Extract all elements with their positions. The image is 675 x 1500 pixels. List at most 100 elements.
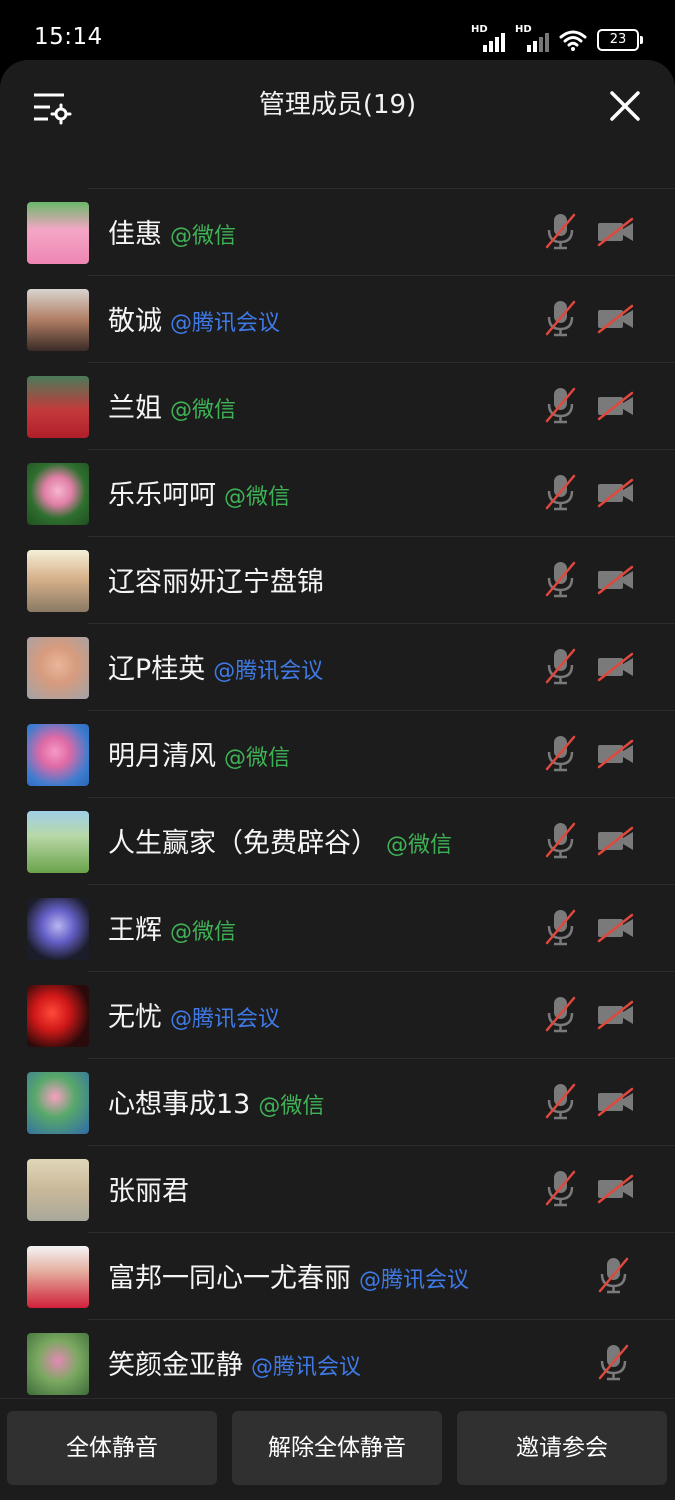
mic-muted-icon[interactable] bbox=[543, 472, 579, 512]
status-bar: 15:14 HD HD 23 bbox=[0, 0, 675, 60]
battery-icon: 23 bbox=[597, 29, 643, 51]
avatar bbox=[27, 289, 89, 351]
mic-muted-icon[interactable] bbox=[543, 907, 579, 947]
mic-muted-icon[interactable] bbox=[543, 1168, 579, 1208]
member-row[interactable]: 辽容丽妍辽宁盘锦 bbox=[27, 536, 675, 623]
wifi-icon bbox=[559, 30, 587, 51]
member-name-text: 兰姐 bbox=[108, 393, 162, 424]
camera-off-icon[interactable] bbox=[596, 478, 636, 508]
signal-icon-2: HD bbox=[515, 24, 549, 52]
member-source-tag: @腾讯会议 bbox=[170, 311, 281, 336]
avatar bbox=[27, 1246, 89, 1308]
member-name: 富邦一同心一尤春丽 @腾讯会议 bbox=[108, 1256, 469, 1295]
avatar bbox=[27, 1072, 89, 1134]
camera-off-icon[interactable] bbox=[596, 913, 636, 943]
status-icons: HD HD 23 bbox=[471, 24, 643, 54]
invite-button[interactable]: 邀请参会 bbox=[457, 1411, 667, 1485]
member-name: 辽容丽妍辽宁盘锦 bbox=[108, 560, 324, 599]
mic-muted-icon[interactable] bbox=[543, 994, 579, 1034]
mute-all-button[interactable]: 全体静音 bbox=[7, 1411, 217, 1485]
mic-muted-icon[interactable] bbox=[543, 298, 579, 338]
member-row[interactable]: 佳惠 @微信 bbox=[27, 188, 675, 275]
mic-muted-icon[interactable] bbox=[543, 820, 579, 860]
member-source-tag: @微信 bbox=[170, 920, 237, 945]
member-name-text: 明月清风 bbox=[108, 741, 216, 772]
camera-off-icon[interactable] bbox=[596, 217, 636, 247]
avatar bbox=[27, 637, 89, 699]
member-name-text: 辽P桂英 bbox=[108, 654, 206, 685]
page-title: 管理成员(19) bbox=[258, 90, 417, 120]
member-list: 佳惠 @微信 敬诚 @腾讯会议 兰姐 @微信 乐乐呵呵 @微信 辽容丽妍辽宁盘锦 辽P桂英 @腾讯会… bbox=[0, 188, 675, 1406]
camera-off-icon[interactable] bbox=[596, 565, 636, 595]
member-row[interactable]: 兰姐 @微信 bbox=[27, 362, 675, 449]
camera-off-icon[interactable] bbox=[596, 1174, 636, 1204]
member-row[interactable]: 人生赢家（免费辟谷） @微信 bbox=[27, 797, 675, 884]
camera-off-icon[interactable] bbox=[596, 391, 636, 421]
header: 管理成员(19) bbox=[0, 60, 675, 180]
member-row[interactable]: 敬诚 @腾讯会议 bbox=[27, 275, 675, 362]
avatar bbox=[27, 811, 89, 873]
member-name: 张丽君 bbox=[108, 1169, 189, 1208]
member-source-tag: @腾讯会议 bbox=[170, 1007, 281, 1032]
avatar bbox=[27, 985, 89, 1047]
member-name-text: 王辉 bbox=[108, 915, 162, 946]
camera-off-icon[interactable] bbox=[596, 1087, 636, 1117]
member-name-text: 心想事成13 bbox=[108, 1089, 251, 1120]
unmute-all-button[interactable]: 解除全体静音 bbox=[232, 1411, 442, 1485]
member-source-tag: @微信 bbox=[224, 746, 291, 771]
member-row[interactable]: 无忧 @腾讯会议 bbox=[27, 971, 675, 1058]
close-icon[interactable] bbox=[609, 90, 641, 122]
camera-off-icon[interactable] bbox=[596, 1000, 636, 1030]
member-row[interactable]: 乐乐呵呵 @微信 bbox=[27, 449, 675, 536]
member-name-text: 张丽君 bbox=[108, 1176, 189, 1207]
member-source-tag: @微信 bbox=[386, 833, 453, 858]
avatar bbox=[27, 898, 89, 960]
avatar bbox=[27, 202, 89, 264]
footer-actions: 全体静音 解除全体静音 邀请参会 bbox=[0, 1398, 675, 1500]
camera-off-icon[interactable] bbox=[596, 739, 636, 769]
member-source-tag: @微信 bbox=[170, 224, 237, 249]
member-name-text: 人生赢家（免费辟谷） bbox=[108, 828, 378, 859]
camera-off-icon[interactable] bbox=[596, 826, 636, 856]
manage-members-sheet: 管理成员(19) 佳惠 @微信 敬诚 @腾讯会议 兰姐 @微信 乐乐呵呵 @微信 辽容丽妍辽宁盘… bbox=[0, 60, 675, 1500]
member-name: 心想事成13 @微信 bbox=[108, 1082, 324, 1121]
member-name-text: 无忧 bbox=[108, 1002, 162, 1033]
member-name: 乐乐呵呵 @微信 bbox=[108, 473, 290, 512]
member-row[interactable]: 张丽君 bbox=[27, 1145, 675, 1232]
member-source-tag: @腾讯会议 bbox=[251, 1355, 362, 1380]
mic-muted-icon[interactable] bbox=[596, 1255, 632, 1295]
member-name: 笑颜金亚静 @腾讯会议 bbox=[108, 1343, 361, 1382]
member-name-text: 笑颜金亚静 bbox=[108, 1350, 243, 1381]
avatar bbox=[27, 724, 89, 786]
member-name: 兰姐 @微信 bbox=[108, 386, 236, 425]
member-source-tag: @腾讯会议 bbox=[359, 1268, 470, 1293]
avatar bbox=[27, 1333, 89, 1395]
member-row[interactable]: 王辉 @微信 bbox=[27, 884, 675, 971]
mic-muted-icon[interactable] bbox=[543, 733, 579, 773]
member-name-text: 敬诚 bbox=[108, 306, 162, 337]
member-source-tag: @腾讯会议 bbox=[213, 659, 324, 684]
mic-muted-icon[interactable] bbox=[596, 1342, 632, 1382]
camera-off-icon[interactable] bbox=[596, 652, 636, 682]
mic-muted-icon[interactable] bbox=[543, 646, 579, 686]
camera-off-icon[interactable] bbox=[596, 304, 636, 334]
member-name-text: 富邦一同心一尤春丽 bbox=[108, 1263, 351, 1294]
member-row[interactable]: 明月清风 @微信 bbox=[27, 710, 675, 797]
member-row[interactable]: 富邦一同心一尤春丽 @腾讯会议 bbox=[27, 1232, 675, 1319]
mic-muted-icon[interactable] bbox=[543, 559, 579, 599]
member-name-text: 辽容丽妍辽宁盘锦 bbox=[108, 567, 324, 598]
member-row[interactable]: 辽P桂英 @腾讯会议 bbox=[27, 623, 675, 710]
mic-muted-icon[interactable] bbox=[543, 1081, 579, 1121]
member-name-text: 佳惠 bbox=[108, 219, 162, 250]
member-source-tag: @微信 bbox=[170, 398, 237, 423]
avatar bbox=[27, 463, 89, 525]
member-row[interactable]: 笑颜金亚静 @腾讯会议 bbox=[27, 1319, 675, 1406]
signal-icon: HD bbox=[471, 24, 505, 52]
mic-muted-icon[interactable] bbox=[543, 385, 579, 425]
member-name: 辽P桂英 @腾讯会议 bbox=[108, 647, 323, 686]
member-name-text: 乐乐呵呵 bbox=[108, 480, 216, 511]
mic-muted-icon[interactable] bbox=[543, 211, 579, 251]
member-row[interactable]: 心想事成13 @微信 bbox=[27, 1058, 675, 1145]
avatar bbox=[27, 1159, 89, 1221]
status-time: 15:14 bbox=[34, 24, 103, 50]
